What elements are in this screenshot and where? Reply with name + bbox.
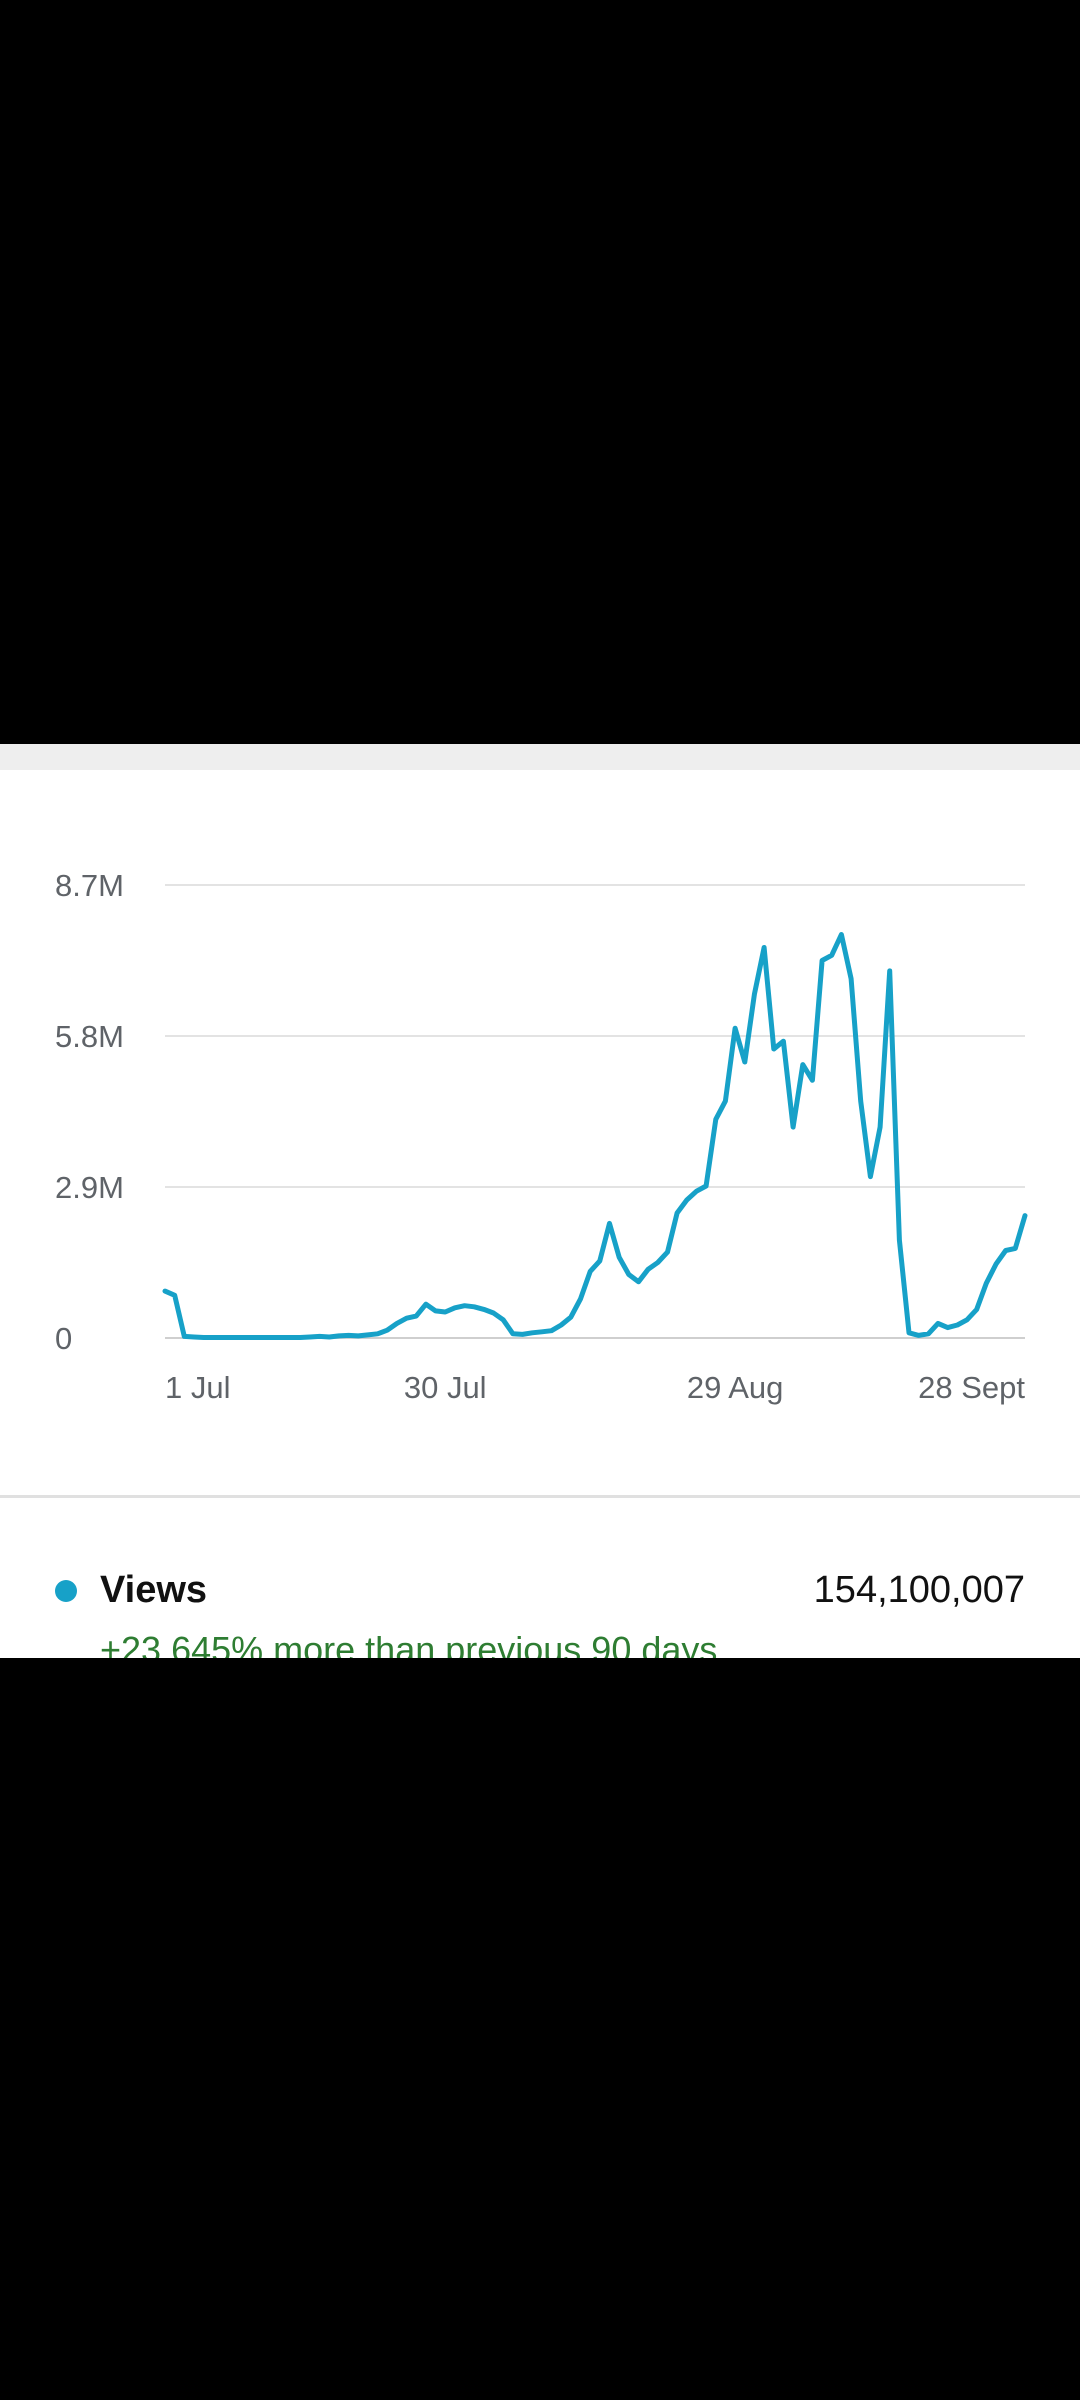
section-gap	[0, 744, 1080, 770]
views-line-chart[interactable]: 8.7M 5.8M 2.9M 0 1 Jul 30 Jul 29 Aug 28 Sept	[0, 770, 1080, 1470]
divider	[0, 1495, 1080, 1498]
screen: 8.7M 5.8M 2.9M 0 1 Jul 30 Jul 29 Aug 28 Sept Vi…	[0, 0, 1080, 2400]
y-tick-label: 0	[55, 1321, 72, 1356]
views-metric-row[interactable]: Views 154,100,007	[0, 1560, 1080, 1620]
x-tick-label: 1 Jul	[165, 1370, 230, 1405]
metric-value: 154,100,007	[813, 1569, 1025, 1611]
x-tick-label: 29 Aug	[687, 1370, 784, 1405]
x-tick-label: 30 Jul	[404, 1370, 487, 1405]
y-tick-label: 8.7M	[55, 868, 124, 903]
y-tick-label: 5.8M	[55, 1019, 124, 1054]
x-tick-label: 28 Sept	[918, 1370, 1025, 1405]
series-line-views	[162, 932, 1028, 1340]
y-tick-label: 2.9M	[55, 1170, 124, 1205]
metric-change-text: +23,645% more than previous 90 days	[100, 1629, 718, 1658]
series-color-dot	[55, 1580, 77, 1602]
metric-label: Views	[100, 1569, 208, 1611]
analytics-card: 8.7M 5.8M 2.9M 0 1 Jul 30 Jul 29 Aug 28 Sept Vi…	[0, 770, 1080, 1658]
